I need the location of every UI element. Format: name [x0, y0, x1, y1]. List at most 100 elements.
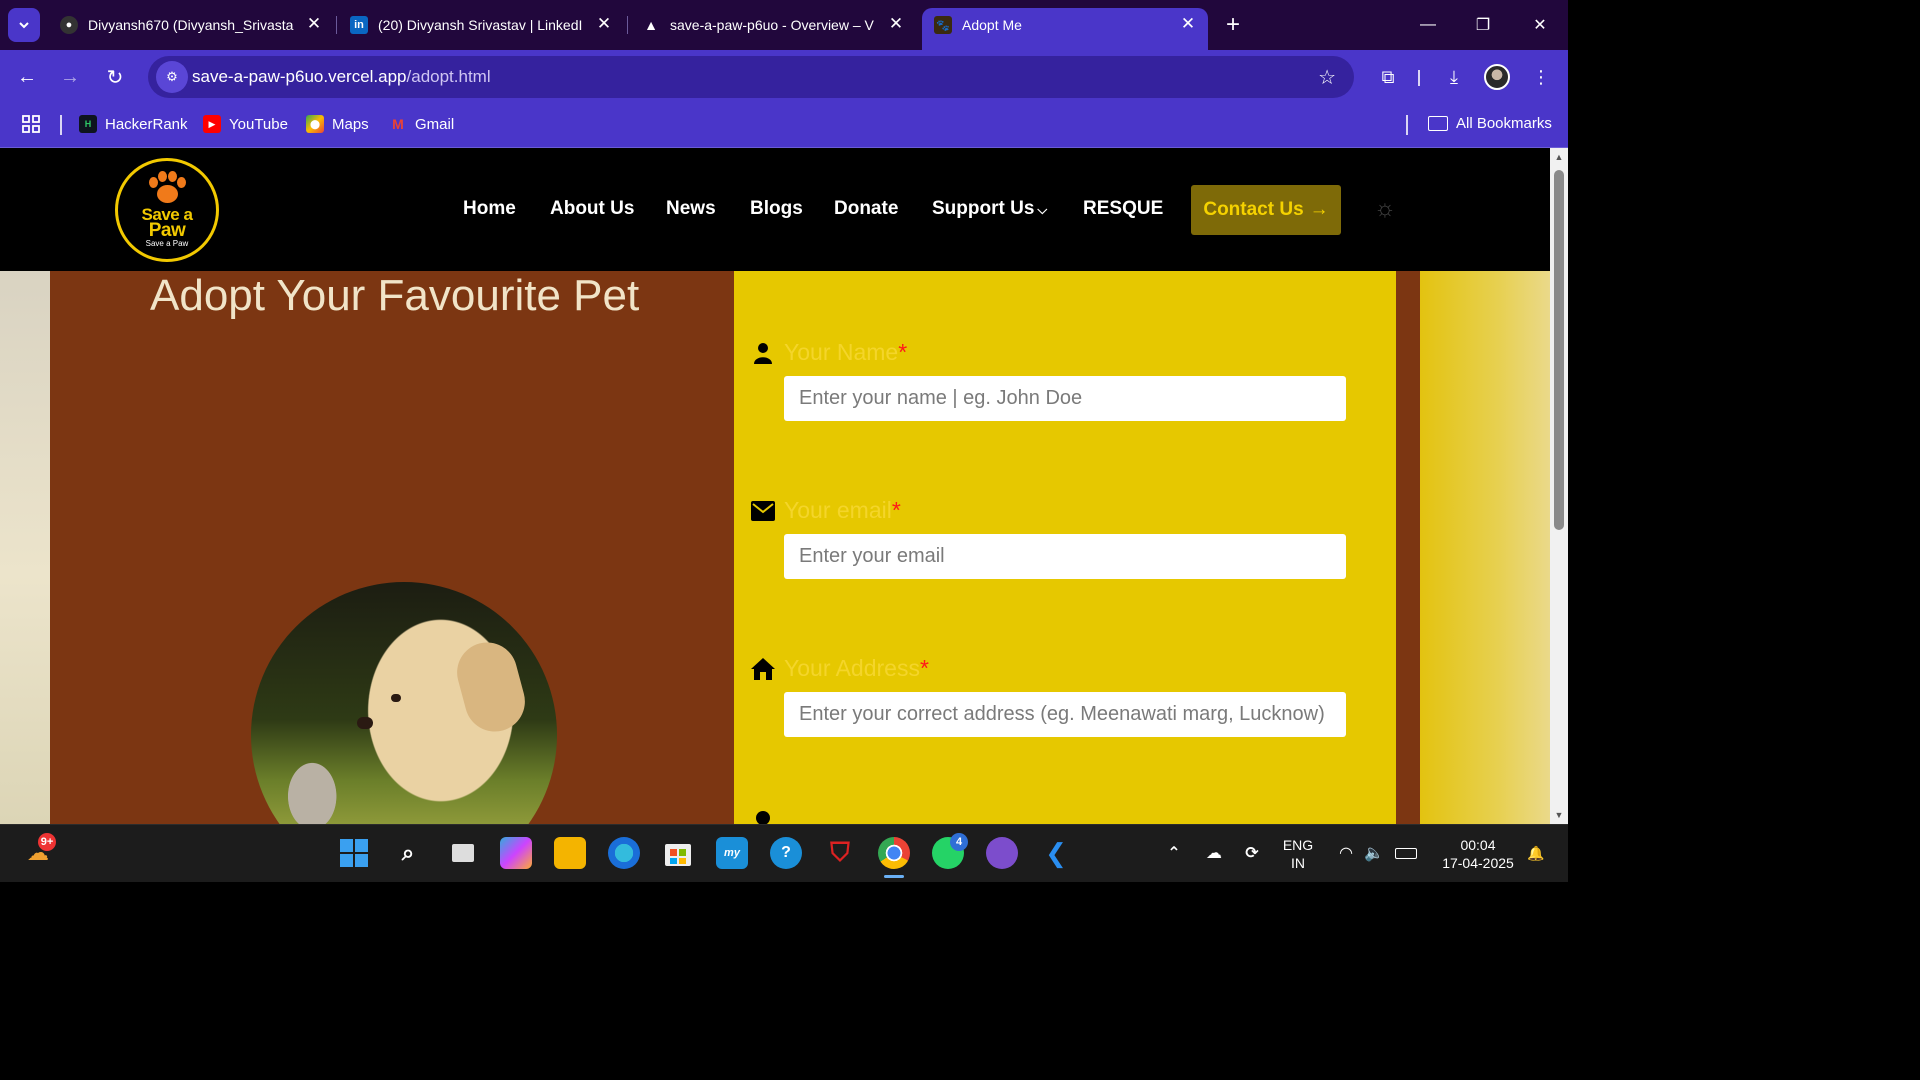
close-icon[interactable]: ✕ — [304, 14, 324, 34]
nav-blogs[interactable]: Blogs — [750, 198, 803, 220]
paw-icon — [147, 171, 187, 205]
close-window-button[interactable]: ✕ — [1525, 12, 1555, 38]
page-scrollbar[interactable]: ▲ ▼ — [1550, 148, 1568, 824]
help-icon[interactable]: ? — [770, 837, 802, 869]
all-bookmarks-label: All Bookmarks — [1456, 115, 1552, 132]
menu-icon[interactable]: ⋮ — [1527, 63, 1555, 91]
forward-button[interactable]: → — [56, 63, 84, 91]
task-view-icon[interactable] — [447, 837, 479, 869]
store-icon[interactable] — [662, 837, 694, 869]
chrome-icon[interactable] — [878, 837, 910, 869]
close-icon[interactable]: ✕ — [886, 14, 906, 34]
url-host: save-a-paw-p6uo.vercel.app — [192, 67, 407, 86]
bookmark-hackerrank[interactable]: H HackerRank — [79, 115, 188, 133]
scroll-down-icon[interactable]: ▼ — [1554, 810, 1564, 820]
download-icon[interactable]: ⤓ — [1440, 63, 1468, 91]
onedrive-icon[interactable]: ☁ — [1198, 837, 1230, 869]
bookmark-gmail[interactable]: M Gmail — [389, 115, 454, 133]
tab-search-button[interactable] — [8, 8, 40, 42]
battery-icon[interactable] — [1390, 837, 1422, 869]
extensions-icon[interactable]: ⧉ — [1374, 63, 1402, 91]
apps-grid-icon[interactable] — [22, 115, 40, 133]
address-label: Your Address * — [750, 655, 929, 682]
github-icon: ● — [60, 16, 78, 34]
whatsapp-icon[interactable]: 4 — [932, 833, 968, 869]
contact-us-button[interactable]: Contact Us → — [1191, 185, 1341, 235]
bookmark-label: YouTube — [229, 115, 288, 133]
tab-adopt-me[interactable]: 🐾 Adopt Me ✕ — [922, 8, 1208, 50]
nav-support-us-label: Support Us — [932, 198, 1035, 219]
weather-widget-icon[interactable]: ☁ 9+ — [22, 833, 56, 869]
site-header: Save a Paw Save a Paw Home About Us News… — [0, 148, 1550, 271]
arrow-right-icon: → — [1309, 199, 1329, 220]
dog-nose-shape — [357, 717, 373, 729]
tab-linkedin[interactable]: in (20) Divyansh Srivastav | LinkedI ✕ — [338, 8, 624, 42]
bookmark-star-icon[interactable]: ☆ — [1318, 65, 1336, 90]
chevron-down-icon: ⌵ — [1037, 202, 1048, 217]
myhp-icon[interactable]: my — [716, 837, 748, 869]
mcafee-icon[interactable]: ⛉ — [824, 837, 856, 869]
bookmarks-bar: H HackerRank ▶ YouTube ⬤ Maps M Gmail Al… — [0, 104, 1568, 148]
page-background — [1420, 271, 1550, 824]
contact-us-label: Contact Us — [1203, 199, 1304, 220]
tab-title: Adopt Me — [962, 17, 1022, 33]
minimize-button[interactable]: — — [1413, 12, 1443, 38]
sync-icon[interactable]: ⟳ — [1236, 837, 1268, 869]
required-mark: * — [919, 655, 929, 681]
start-icon[interactable] — [338, 837, 370, 869]
bookmark-label: Gmail — [415, 115, 455, 133]
bookmarks-separator — [1406, 115, 1408, 135]
reload-button[interactable]: ↻ — [101, 63, 129, 91]
back-button[interactable]: ← — [13, 63, 41, 91]
all-bookmarks-button[interactable]: All Bookmarks — [1428, 115, 1552, 132]
email-input[interactable] — [784, 534, 1346, 579]
chevron-down-icon — [19, 22, 29, 29]
language-indicator[interactable]: ENG IN — [1278, 836, 1318, 872]
name-input[interactable] — [784, 376, 1346, 421]
copilot-icon[interactable] — [500, 837, 532, 869]
save-a-paw-icon: 🐾 — [934, 16, 952, 34]
tab-separator — [627, 16, 628, 34]
edge-icon[interactable] — [608, 837, 640, 869]
new-tab-button[interactable]: + — [1220, 11, 1246, 38]
restore-button[interactable]: ❐ — [1468, 12, 1498, 38]
github-desktop-icon[interactable] — [986, 837, 1018, 869]
page-frame-strip — [1396, 271, 1420, 824]
site-info-icon[interactable]: ⚙ — [156, 61, 188, 93]
required-mark: * — [891, 497, 901, 523]
tab-vercel[interactable]: ▲ save-a-paw-p6uo - Overview – V ✕ — [630, 8, 916, 42]
nav-home[interactable]: Home — [463, 198, 516, 220]
bookmark-maps[interactable]: ⬤ Maps — [306, 115, 369, 133]
site-logo[interactable]: Save a Paw Save a Paw — [115, 158, 219, 262]
nav-news[interactable]: News — [666, 198, 716, 220]
whatsapp-badge: 4 — [950, 833, 968, 851]
clock-time: 00:04 — [1460, 837, 1496, 853]
chevron-up-icon[interactable]: ⌃ — [1158, 837, 1190, 869]
scroll-up-icon[interactable]: ▲ — [1554, 152, 1564, 162]
nav-about-us[interactable]: About Us — [550, 198, 634, 220]
name-label: Your Name * — [750, 339, 907, 366]
volume-icon[interactable]: 🔈 — [1358, 837, 1390, 869]
notifications-icon[interactable]: 🔔 — [1520, 837, 1552, 869]
search-icon[interactable]: ⌕ — [392, 837, 424, 869]
bookmark-youtube[interactable]: ▶ YouTube — [203, 115, 288, 133]
close-icon[interactable]: ✕ — [1178, 14, 1198, 34]
scrollbar-thumb[interactable] — [1554, 170, 1564, 530]
file-explorer-icon[interactable] — [554, 837, 586, 869]
maps-icon: ⬤ — [306, 115, 324, 133]
tab-title: save-a-paw-p6uo - Overview – V — [670, 17, 874, 33]
url-text[interactable]: save-a-paw-p6uo.vercel.app/adopt.html — [192, 67, 491, 87]
email-label-text: Your email — [784, 497, 892, 523]
address-bar[interactable]: ⚙ save-a-paw-p6uo.vercel.app/adopt.html … — [148, 56, 1354, 98]
sun-icon[interactable]: ☼ — [1372, 195, 1398, 222]
vscode-icon[interactable]: ❮ — [1040, 837, 1072, 869]
nav-donate[interactable]: Donate — [834, 198, 898, 220]
profile-avatar[interactable] — [1484, 64, 1510, 90]
nav-support-us[interactable]: Support Us ⌵ — [932, 198, 1047, 220]
close-icon[interactable]: ✕ — [594, 14, 614, 34]
clock[interactable]: 00:04 17-04-2025 — [1434, 836, 1522, 872]
nav-resque[interactable]: RESQUE — [1083, 198, 1163, 220]
address-input[interactable] — [784, 692, 1346, 737]
tab-github[interactable]: ● Divyansh670 (Divyansh_Srivasta ✕ — [48, 8, 334, 42]
pet-photo — [251, 582, 557, 824]
